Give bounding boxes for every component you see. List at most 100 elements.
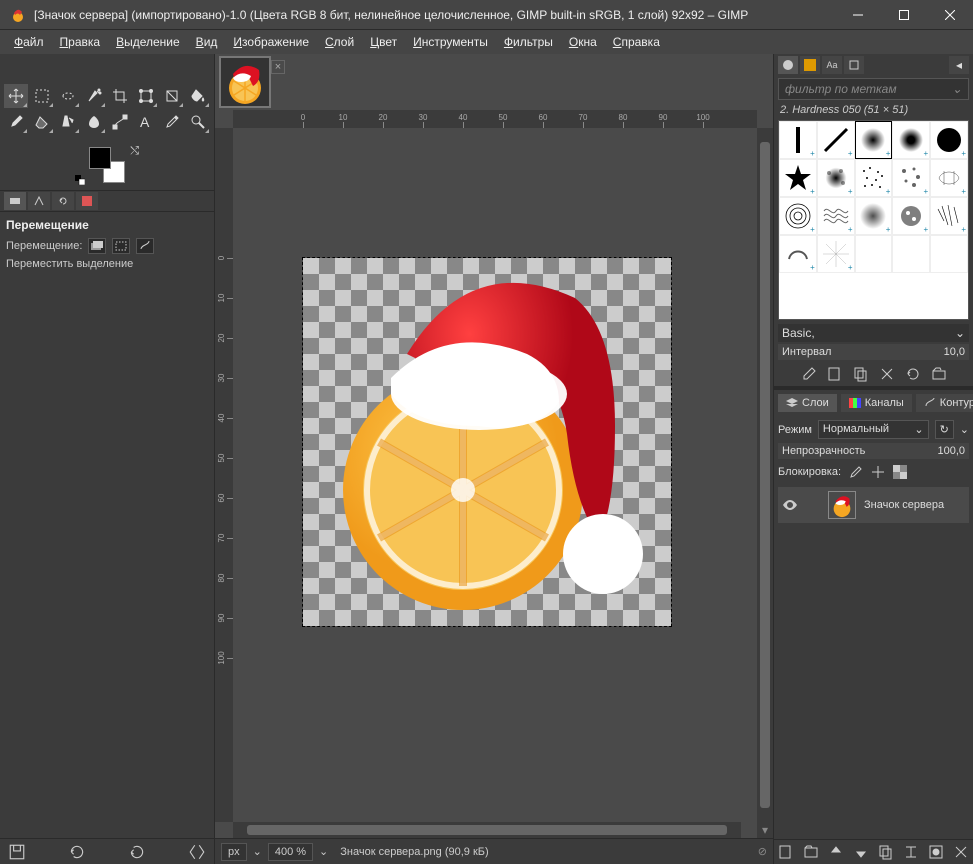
tab-undo-history[interactable] (52, 192, 74, 210)
menu-tools[interactable]: Инструменты (405, 32, 496, 52)
lock-alpha-icon[interactable] (893, 465, 907, 479)
lower-layer-icon[interactable] (853, 844, 869, 860)
new-group-icon[interactable] (803, 844, 819, 860)
ruler-vertical[interactable]: 0102030405060708090100 (215, 128, 233, 822)
brush-cell[interactable]: + (930, 159, 968, 197)
nav-corner-icon[interactable]: ▾ (757, 822, 773, 838)
brush-cell[interactable]: + (779, 159, 817, 197)
chevron-down-icon[interactable]: ⌄ (960, 423, 969, 436)
fuzzy-select-tool[interactable] (82, 84, 106, 108)
restore-preset-icon[interactable] (68, 843, 86, 861)
tab-fonts[interactable]: Aa (822, 56, 842, 74)
smudge-tool[interactable] (82, 110, 106, 134)
cancel-icon[interactable]: ⊘ (758, 845, 767, 858)
brush-cell[interactable]: + (892, 159, 930, 197)
close-tab-icon[interactable]: × (271, 60, 285, 74)
brush-cell[interactable]: + (779, 235, 817, 273)
tab-paths[interactable]: Контуры (916, 394, 973, 412)
color-picker-tool[interactable] (160, 110, 184, 134)
transform-tool[interactable] (134, 84, 158, 108)
tab-tool-options[interactable] (4, 192, 26, 210)
menu-filters[interactable]: Фильтры (496, 32, 561, 52)
ruler-horizontal[interactable]: 0102030405060708090100 (233, 110, 757, 128)
close-button[interactable] (927, 0, 973, 30)
maximize-button[interactable] (881, 0, 927, 30)
tab-patterns[interactable] (800, 56, 820, 74)
duplicate-brush-icon[interactable] (853, 366, 869, 382)
mode-selector[interactable]: Нормальный⌄ (818, 420, 929, 439)
delete-layer-icon[interactable] (953, 844, 969, 860)
opacity-row[interactable]: Непрозрачность 100,0 (778, 443, 969, 459)
unit-selector[interactable]: px (221, 843, 247, 861)
move-selection-mode[interactable] (112, 238, 130, 254)
raise-layer-icon[interactable] (828, 844, 844, 860)
menu-file[interactable]: Файл (6, 32, 52, 52)
merge-layer-icon[interactable] (903, 844, 919, 860)
default-colors-icon[interactable] (75, 175, 85, 185)
brush-cell[interactable]: + (817, 121, 855, 159)
reset-preset-icon[interactable] (188, 843, 206, 861)
menu-edit[interactable]: Правка (52, 32, 109, 52)
brush-cell[interactable] (855, 235, 893, 273)
crop-tool[interactable] (108, 84, 132, 108)
brush-cell[interactable]: + (855, 159, 893, 197)
new-layer-icon[interactable] (778, 844, 794, 860)
zoom-dropdown-icon[interactable]: ⌄ (319, 845, 328, 858)
scrollbar-horizontal[interactable] (233, 822, 741, 838)
warp-tool[interactable] (160, 84, 184, 108)
brush-cell[interactable]: + (930, 121, 968, 159)
refresh-brush-icon[interactable] (905, 366, 921, 382)
bucket-fill-tool[interactable] (186, 84, 210, 108)
path-tool[interactable] (108, 110, 132, 134)
brush-cell[interactable]: + (779, 121, 817, 159)
tab-brushes[interactable] (778, 56, 798, 74)
visibility-icon[interactable] (782, 497, 798, 513)
brush-cell[interactable]: + (817, 197, 855, 235)
brush-cell[interactable]: + (892, 121, 930, 159)
move-tool[interactable] (4, 84, 28, 108)
brush-preset-select[interactable]: Basic, ⌄ (778, 324, 969, 342)
tab-history[interactable] (844, 56, 864, 74)
brush-cell[interactable] (892, 235, 930, 273)
new-brush-icon[interactable] (827, 366, 843, 382)
paintbrush-tool[interactable] (4, 110, 28, 134)
minimize-button[interactable] (835, 0, 881, 30)
delete-preset-icon[interactable] (128, 843, 146, 861)
menu-windows[interactable]: Окна (561, 32, 605, 52)
clone-tool[interactable] (56, 110, 80, 134)
brush-cell[interactable]: + (930, 197, 968, 235)
canvas[interactable] (233, 128, 757, 822)
menu-color[interactable]: Цвет (362, 32, 405, 52)
move-layer-mode[interactable] (88, 238, 106, 254)
lock-pixels-icon[interactable] (849, 465, 863, 479)
menu-layer[interactable]: Слой (317, 32, 362, 52)
brush-cell[interactable]: + (855, 197, 893, 235)
move-path-mode[interactable] (136, 238, 154, 254)
mode-reset-icon[interactable]: ↻ (935, 420, 954, 439)
layer-thumbnail[interactable] (828, 491, 856, 519)
brush-cell[interactable]: + (817, 235, 855, 273)
brush-interval[interactable]: Интервал 10,0 (778, 344, 969, 360)
tab-layers[interactable]: Слои (778, 394, 837, 412)
eraser-tool[interactable] (30, 110, 54, 134)
lock-position-icon[interactable] (871, 465, 885, 479)
mask-layer-icon[interactable] (928, 844, 944, 860)
brush-cell[interactable]: + (817, 159, 855, 197)
dock-menu-icon[interactable]: ◂ (949, 56, 969, 74)
rect-select-tool[interactable] (30, 84, 54, 108)
menu-view[interactable]: Вид (188, 32, 226, 52)
scrollbar-vertical[interactable] (757, 128, 773, 822)
delete-brush-icon[interactable] (879, 366, 895, 382)
open-brush-icon[interactable] (931, 366, 947, 382)
zoom-selector[interactable]: 400 % (268, 843, 313, 861)
zoom-tool[interactable] (186, 110, 210, 134)
free-select-tool[interactable] (56, 84, 80, 108)
brush-cell[interactable]: + (855, 121, 893, 159)
tab-images[interactable] (76, 192, 98, 210)
tab-channels[interactable]: Каналы (841, 394, 912, 412)
tab-device-status[interactable] (28, 192, 50, 210)
layer-name[interactable]: Значок сервера (864, 499, 965, 511)
edit-brush-icon[interactable] (801, 366, 817, 382)
save-preset-icon[interactable] (8, 843, 26, 861)
brush-filter[interactable]: фильтр по меткам ⌄ (778, 78, 969, 100)
